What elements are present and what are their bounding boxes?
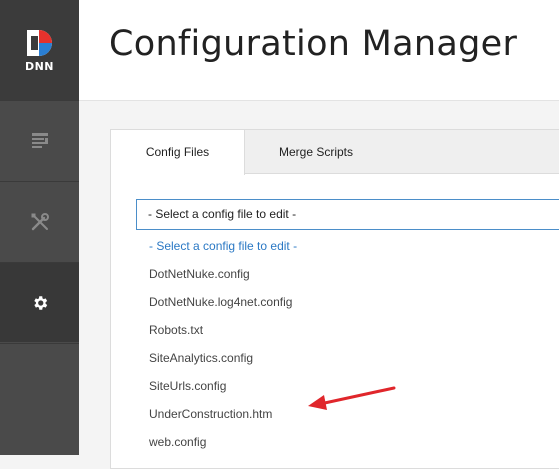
- dnn-logo[interactable]: DNN: [0, 0, 79, 100]
- config-file-select[interactable]: - Select a config file to edit -: [136, 199, 559, 230]
- page-title: Configuration Manager: [109, 24, 518, 64]
- dropdown-option[interactable]: DotNetNuke.config: [136, 260, 559, 288]
- tab-merge-scripts[interactable]: Merge Scripts: [245, 130, 387, 174]
- config-file-dropdown: - Select a config file to edit - DotNetN…: [136, 232, 559, 456]
- dropdown-option[interactable]: SiteAnalytics.config: [136, 344, 559, 372]
- sidebar-empty: [0, 343, 79, 455]
- sidebar-item-content[interactable]: [0, 100, 79, 180]
- dropdown-option[interactable]: web.config: [136, 428, 559, 456]
- sidebar-item-tools[interactable]: [0, 181, 79, 261]
- tools-icon: [31, 212, 49, 230]
- document-list-icon: [31, 132, 48, 148]
- dnn-logo-icon: [27, 30, 52, 56]
- dropdown-option[interactable]: Robots.txt: [136, 316, 559, 344]
- gear-icon: [33, 295, 47, 310]
- tab-config-files[interactable]: Config Files: [111, 130, 245, 175]
- sidebar-item-settings[interactable]: [0, 262, 79, 342]
- annotation-arrow-icon: [308, 386, 396, 410]
- dropdown-option[interactable]: DotNetNuke.log4net.config: [136, 288, 559, 316]
- logo-text: DNN: [24, 60, 55, 73]
- sidebar: DNN: [0, 0, 79, 455]
- page-header: Configuration Manager: [79, 0, 559, 101]
- tab-bar: Config Files Merge Scripts: [111, 130, 559, 175]
- dropdown-option[interactable]: - Select a config file to edit -: [136, 232, 559, 260]
